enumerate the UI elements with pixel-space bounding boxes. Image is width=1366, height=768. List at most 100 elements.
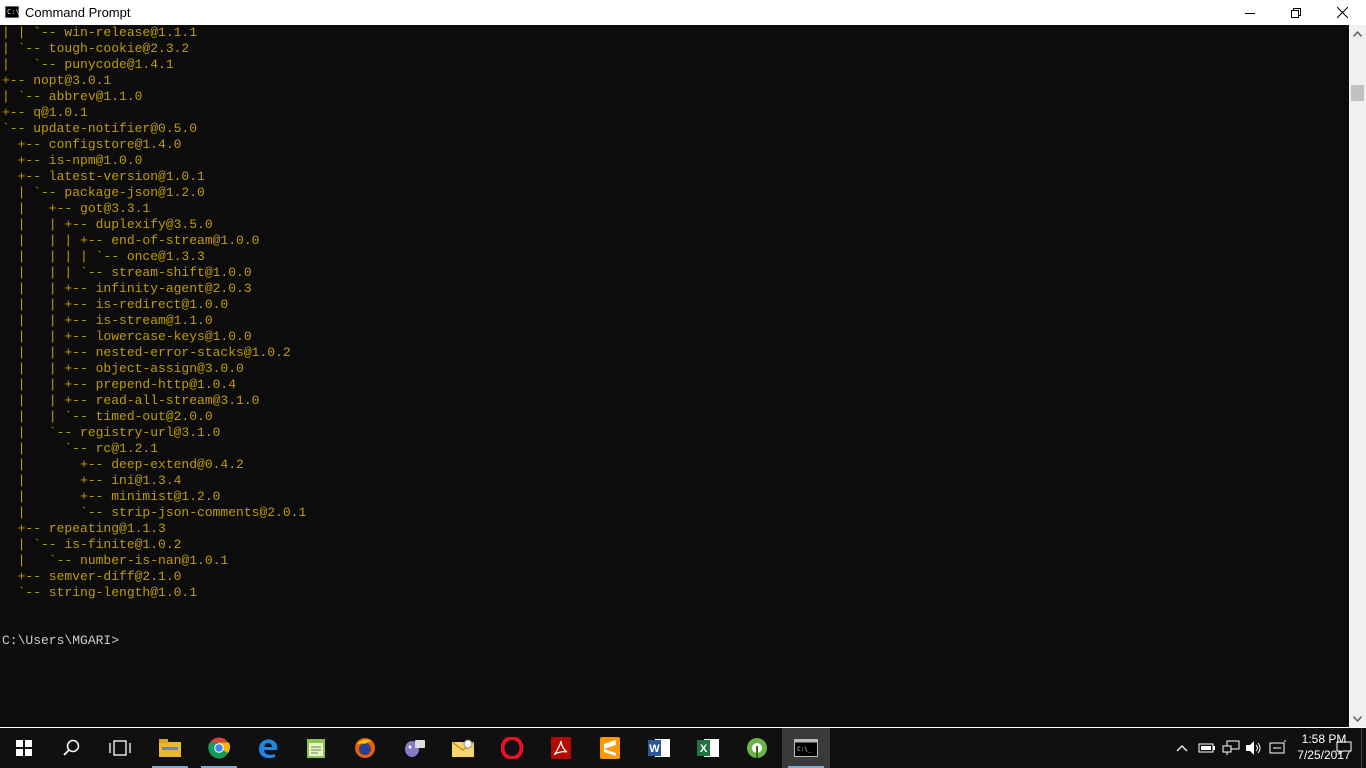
taskbar-command-prompt[interactable]: C:\_	[782, 728, 830, 768]
notepad-plus-plus-icon	[307, 739, 325, 758]
taskbar-word[interactable]: W	[635, 728, 683, 768]
console-line: `-- update-notifier@0.5.0	[2, 121, 198, 136]
console-line: | +-- deep-extend@0.4.2	[17, 457, 244, 472]
console-line: +-- semver-diff@2.1.0	[17, 569, 182, 584]
taskbar-firefox[interactable]	[341, 728, 389, 768]
svg-text:W: W	[649, 743, 660, 755]
search-icon	[63, 739, 80, 756]
taskbar-outlook[interactable]	[439, 728, 487, 768]
chrome-icon	[208, 737, 230, 759]
console-line: | | | `-- stream-shift@1.0.0	[17, 265, 252, 280]
scroll-down-button[interactable]	[1349, 710, 1366, 727]
console-line: | | +-- is-stream@1.1.0	[17, 313, 213, 328]
taskbar-excel[interactable]: X	[684, 728, 732, 768]
console-line: +-- repeating@1.1.3	[17, 521, 166, 536]
taskbar: W X C:\_ 1:58 PM 7/25/2017	[0, 728, 1366, 768]
console-line: +-- configstore@1.4.0	[17, 137, 182, 152]
console-line: +-- is-npm@1.0.0	[17, 153, 143, 168]
console-line: | `-- registry-url@3.1.0	[17, 425, 221, 440]
console-line: | | +-- is-redirect@1.0.0	[17, 297, 229, 312]
taskbar-sublime-text[interactable]	[586, 728, 634, 768]
restore-button[interactable]	[1273, 0, 1319, 25]
console-line: | `-- package-json@1.2.0	[17, 185, 205, 200]
scroll-up-button[interactable]	[1349, 25, 1366, 42]
tray-ime[interactable]	[1268, 738, 1288, 758]
tray-network[interactable]	[1221, 738, 1241, 758]
title-bar[interactable]: C:\ Command Prompt	[0, 0, 1366, 25]
notification-icon	[1336, 741, 1352, 755]
console-line: | | | | `-- once@1.3.3	[17, 249, 205, 264]
console-output: | | `-- win-release@1.1.1 | `-- tough-co…	[2, 25, 306, 649]
close-button[interactable]	[1319, 0, 1365, 25]
close-icon	[1336, 7, 1348, 18]
console-line: | `-- strip-json-comments@2.0.1	[17, 505, 307, 520]
minimize-button[interactable]	[1227, 0, 1273, 25]
tray-volume[interactable]	[1244, 738, 1264, 758]
scroll-thumb[interactable]	[1351, 85, 1364, 101]
console-line: | | +-- object-assign@3.0.0	[17, 361, 244, 376]
tray-power[interactable]	[1197, 738, 1217, 758]
console-line: | +-- minimist@1.2.0	[17, 489, 221, 504]
command-prompt-line[interactable]: C:\Users\MGARI>	[2, 633, 119, 648]
restore-icon	[1291, 7, 1301, 18]
taskbar-opera[interactable]	[488, 728, 536, 768]
word-icon: W	[648, 739, 670, 757]
pidgin-icon	[405, 740, 425, 757]
chevron-up-icon	[1353, 30, 1362, 37]
console-line: | | `-- timed-out@2.0.0	[17, 409, 213, 424]
android-studio-icon	[747, 738, 767, 758]
start-windows-icon	[16, 740, 32, 756]
chevron-down-icon	[1353, 715, 1362, 722]
taskbar-edge[interactable]	[244, 728, 292, 768]
console-line: `-- string-length@1.0.1	[17, 585, 198, 600]
console-line: | `-- punycode@1.4.1	[2, 57, 174, 72]
console-line: | | +-- infinity-agent@2.0.3	[17, 281, 252, 296]
console-area[interactable]: | | `-- win-release@1.1.1 | `-- tough-co…	[0, 25, 1349, 727]
console-line: | `-- abbrev@1.1.0	[2, 89, 143, 104]
console-line: | | `-- win-release@1.1.1	[2, 25, 198, 40]
keyboard-icon	[1269, 740, 1286, 754]
taskbar-notepad-plus-plus[interactable]	[292, 728, 340, 768]
console-line: | | +-- duplexify@3.5.0	[17, 217, 213, 232]
battery-icon	[1198, 743, 1215, 753]
taskbar-chrome[interactable]	[195, 728, 243, 768]
command-prompt-icon[interactable]: C:\	[5, 6, 20, 18]
console-line: | | | +-- end-of-stream@1.0.0	[17, 233, 260, 248]
excel-icon: X	[697, 739, 719, 757]
console-line: | | +-- nested-error-stacks@1.0.2	[17, 345, 291, 360]
taskbar-file-explorer[interactable]	[146, 728, 194, 768]
speaker-icon	[1246, 741, 1261, 755]
console-line: | `-- rc@1.2.1	[17, 441, 159, 456]
firefox-icon	[355, 738, 375, 758]
opera-icon	[501, 737, 523, 759]
start-button[interactable]	[0, 728, 48, 768]
vertical-scrollbar[interactable]	[1349, 25, 1366, 727]
window-title: Command Prompt	[25, 5, 131, 20]
network-icon	[1222, 740, 1240, 755]
console-line: | +-- got@3.3.1	[17, 201, 151, 216]
console-line: +-- latest-version@1.0.1	[17, 169, 205, 184]
console-line: | `-- number-is-nan@1.0.1	[17, 553, 229, 568]
svg-text:C:\_: C:\_	[797, 746, 812, 753]
search-button[interactable]	[48, 728, 96, 768]
console-line: | | +-- lowercase-keys@1.0.0	[17, 329, 252, 344]
task-view-button[interactable]	[96, 728, 144, 768]
command-prompt-icon: C:\_	[794, 739, 818, 757]
taskbar-pidgin[interactable]	[390, 728, 438, 768]
tray-overflow-button[interactable]	[1172, 738, 1192, 758]
console-line: | `-- is-finite@1.0.2	[17, 537, 182, 552]
sublime-text-icon	[600, 737, 620, 759]
outlook-icon	[451, 739, 475, 757]
file-explorer-icon	[159, 739, 181, 757]
console-line: | | +-- read-all-stream@3.1.0	[17, 393, 260, 408]
console-line: | | +-- prepend-http@1.0.4	[17, 377, 237, 392]
action-center-button[interactable]	[1334, 738, 1354, 758]
show-desktop-button[interactable]	[1361, 728, 1366, 768]
taskbar-acrobat[interactable]	[537, 728, 585, 768]
console-output-lines: | | `-- win-release@1.1.1 | `-- tough-co…	[2, 25, 306, 600]
console-line: +-- nopt@3.0.1	[2, 73, 112, 88]
svg-text:X: X	[700, 743, 708, 755]
console-line: | +-- ini@1.3.4	[17, 473, 182, 488]
chevron-up-icon	[1176, 745, 1188, 752]
taskbar-android-studio[interactable]	[733, 728, 781, 768]
